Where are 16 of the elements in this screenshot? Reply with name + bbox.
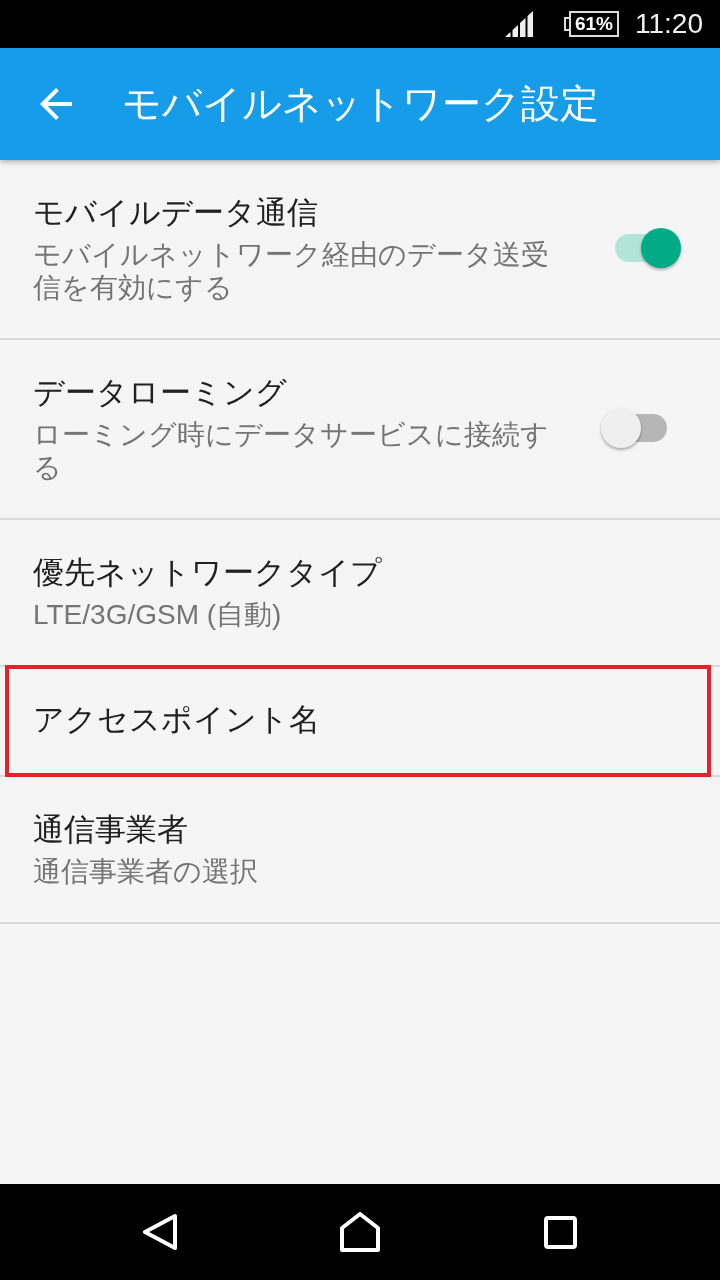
setting-title[interactable]: データローミング [33,372,287,414]
recents-icon[interactable] [543,1215,577,1249]
setting-title[interactable]: モバイルデータ通信 [33,192,318,234]
setting-summary: ローミング時にデータサービスに接続する [33,418,550,484]
home-icon[interactable] [340,1212,380,1252]
back-icon[interactable] [143,1214,177,1250]
setting-summary: LTE/3G/GSM (自動) [33,598,282,631]
setting-summary: モバイルネットワーク経由のデータ送受信を有効にする [33,238,550,304]
setting-summary: 通信事業者の選択 [33,855,258,888]
clock-time: 11:20 [635,7,703,41]
setting-title[interactable]: アクセスポイント名 [33,699,320,741]
signal-icon [504,11,533,37]
screen-title: モバイルネットワーク設定 [122,81,599,127]
setting-title[interactable]: 優先ネットワークタイプ [33,552,382,594]
battery-indicator: 61% [563,11,619,37]
setting-title[interactable]: 通信事業者 [33,809,188,851]
